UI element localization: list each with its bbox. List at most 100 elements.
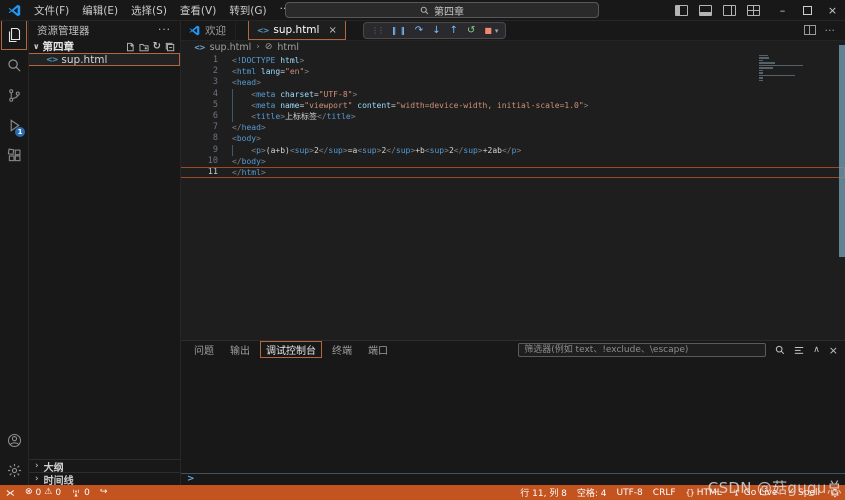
customize-layout-icon[interactable] [747, 5, 760, 16]
code-line-8[interactable]: 8<body> [180, 133, 845, 144]
cursor-position[interactable]: 行 11, 列 8 [515, 485, 572, 500]
line-col-label: 行 11, 列 8 [520, 486, 567, 499]
line-number[interactable]: 2 [180, 66, 232, 77]
minimap-line [759, 57, 769, 58]
minimize-button[interactable]: – [770, 0, 795, 20]
account-button[interactable] [1, 425, 27, 455]
timeline-section[interactable]: › 时间线 [28, 472, 180, 485]
minimap[interactable] [759, 55, 829, 82]
line-number[interactable]: 3 [180, 77, 232, 88]
encoding-status[interactable]: UTF-8 [612, 485, 648, 500]
line-number[interactable]: 11 [180, 167, 232, 178]
code-line-10[interactable]: 10</body> [180, 156, 845, 167]
step-out-icon[interactable]: ↑ [450, 26, 458, 36]
line-number[interactable]: 6 [180, 111, 232, 122]
close-panel-icon[interactable]: × [829, 344, 838, 357]
warning-icon: ⚠ [44, 488, 52, 497]
tab-welcome[interactable]: 欢迎 [180, 20, 236, 40]
minimap-line [759, 77, 763, 78]
more-actions-icon[interactable]: ··· [825, 24, 836, 37]
line-content: <!DOCTYPE html> [232, 55, 304, 66]
line-content: <meta charset="UTF-8"> [232, 89, 357, 100]
new-file-icon[interactable] [125, 42, 135, 52]
toggle-sidebar-icon[interactable] [675, 5, 688, 16]
line-number[interactable]: 10 [180, 156, 232, 167]
eol-status[interactable]: CRLF [648, 485, 681, 500]
menu-item-0[interactable]: 文件(F) [28, 2, 75, 19]
step-over-icon[interactable]: ↷ [415, 26, 423, 36]
activity-source-control[interactable] [1, 80, 27, 110]
vscode-logo-icon [189, 25, 200, 36]
menu-item-3[interactable]: 查看(V) [174, 2, 222, 19]
search-icon [7, 58, 22, 73]
sidebar-more-actions-icon[interactable]: ··· [158, 24, 171, 36]
code-line-4[interactable]: 4 <meta charset="UTF-8"> [180, 89, 845, 100]
code-line-3[interactable]: 3<head> [180, 77, 845, 88]
dropdown-icon[interactable]: ▾ [495, 27, 499, 35]
maximize-button[interactable] [795, 0, 820, 20]
panel-tab-0[interactable]: 问题 [188, 341, 220, 358]
chevron-right-icon: › [35, 461, 39, 471]
remote-indicator[interactable] [0, 485, 20, 500]
step-into-icon[interactable]: ↓ [432, 26, 440, 36]
new-folder-icon[interactable] [139, 42, 149, 52]
activity-run-debug[interactable]: 1 [1, 110, 27, 140]
settings-button[interactable] [1, 455, 27, 485]
scrollbar[interactable] [839, 45, 845, 257]
file-item-sup-html[interactable]: <> sup.html [28, 53, 180, 66]
editor-actions: ··· [804, 20, 845, 40]
indentation-status[interactable]: 空格: 4 [572, 485, 612, 500]
outline-section[interactable]: › 大纲 [28, 459, 180, 472]
code-line-7[interactable]: 7</head> [180, 122, 845, 133]
split-editor-icon[interactable] [804, 25, 816, 35]
menu-item-2[interactable]: 选择(S) [125, 2, 173, 19]
code-line-9[interactable]: 9 <p>(a+b)<sup>2</sup>=a<sup>2</sup>+b<s… [180, 145, 845, 156]
maximize-panel-icon[interactable]: ∧ [813, 345, 820, 355]
line-content: <meta name="viewport" content="width=dev… [232, 100, 589, 111]
sidebar-title: 资源管理器 [37, 23, 90, 38]
launch-status[interactable]: ↪ [95, 485, 113, 500]
drag-handle-icon[interactable]: ⋮⋮ [371, 26, 383, 35]
code-line-1[interactable]: 1<!DOCTYPE html> [180, 55, 845, 66]
toggle-panel-icon[interactable] [699, 5, 712, 16]
breadcrumb-symbol[interactable]: html [277, 42, 299, 53]
tab-sup-html[interactable]: <> sup.html × [248, 20, 346, 40]
code-line-5[interactable]: 5 <meta name="viewport" content="width=d… [180, 100, 845, 111]
panel-tab-4[interactable]: 端口 [362, 341, 394, 358]
line-number[interactable]: 5 [180, 100, 232, 111]
activity-extensions[interactable] [1, 140, 27, 170]
search-icon[interactable] [775, 345, 785, 355]
close-button[interactable]: × [820, 0, 845, 20]
menu-item-4[interactable]: 转到(G) [223, 2, 272, 19]
ports-status[interactable]: 0 [66, 485, 95, 500]
stop-icon[interactable]: ■ [484, 27, 492, 35]
clear-console-icon[interactable] [794, 345, 804, 355]
toggle-secondary-sidebar-icon[interactable] [723, 5, 736, 16]
line-number[interactable]: 9 [180, 145, 232, 156]
folder-section-header[interactable]: ∨ 第四章 ↻ [28, 40, 180, 53]
activity-explorer[interactable] [1, 20, 27, 50]
menu-item-1[interactable]: 编辑(E) [76, 2, 124, 19]
filter-input[interactable] [518, 343, 766, 357]
panel-tab-1[interactable]: 输出 [224, 341, 256, 358]
line-number[interactable]: 1 [180, 55, 232, 66]
refresh-icon[interactable]: ↻ [153, 41, 161, 52]
line-number[interactable]: 4 [180, 89, 232, 100]
problems-status[interactable]: ⊗ 0 ⚠ 0 [20, 485, 66, 500]
code-line-11[interactable]: 11</html> [180, 167, 845, 178]
restart-icon[interactable]: ↺ [467, 26, 475, 36]
close-tab-icon[interactable]: × [328, 25, 336, 36]
activity-search[interactable] [1, 50, 27, 80]
code-line-2[interactable]: 2<html lang="en"> [180, 66, 845, 77]
breadcrumb-file[interactable]: sup.html [210, 42, 252, 53]
code-line-6[interactable]: 6 <title>上标标签</title> [180, 111, 845, 122]
code-editor[interactable]: 1<!DOCTYPE html>2<html lang="en">3<head>… [180, 52, 845, 340]
pause-icon[interactable]: ‖ ‖ [392, 27, 406, 35]
collapse-all-icon[interactable] [165, 42, 175, 52]
sidebar-bottom-sections: › 大纲 › 时间线 [28, 459, 180, 485]
panel-tab-3[interactable]: 终端 [326, 341, 358, 358]
command-center-search[interactable]: 第四章 [285, 2, 599, 18]
panel-tab-2[interactable]: 调试控制台 [260, 341, 322, 358]
line-number[interactable]: 7 [180, 122, 232, 133]
line-number[interactable]: 8 [180, 133, 232, 144]
